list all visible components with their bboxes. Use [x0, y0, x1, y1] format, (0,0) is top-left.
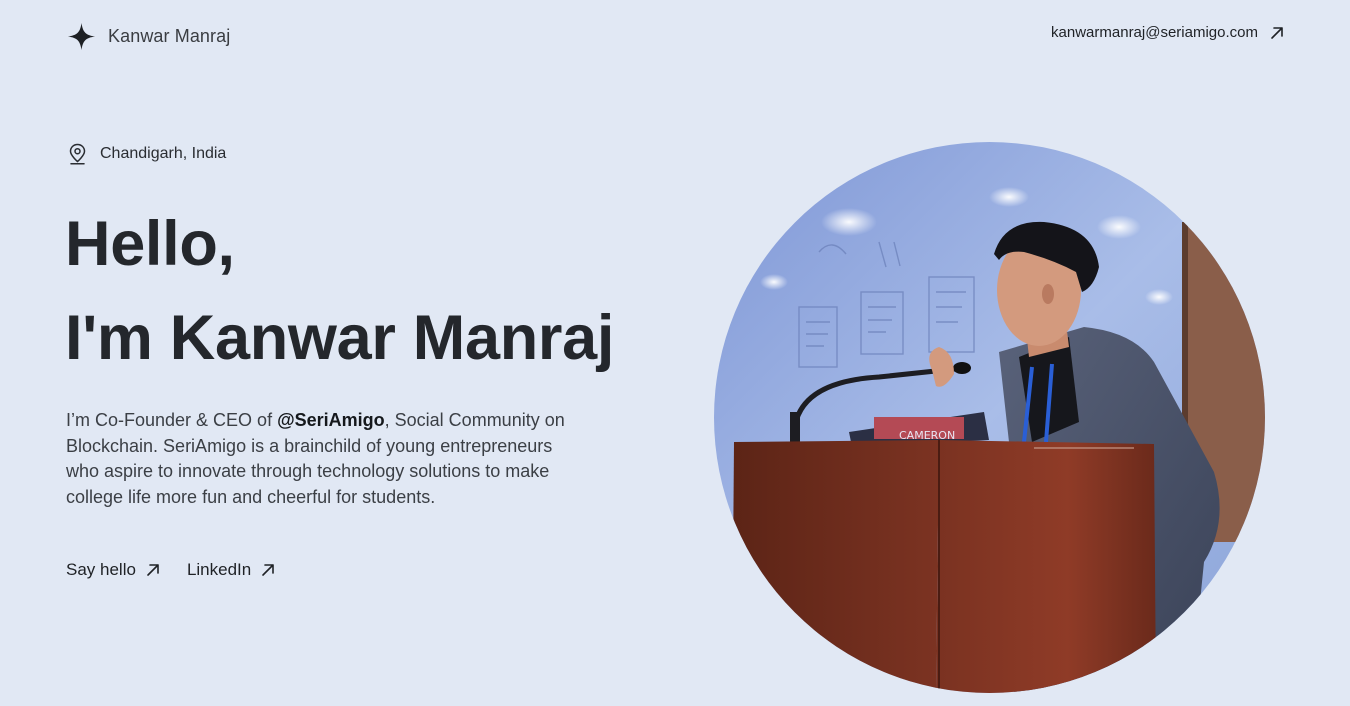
seriamigo-link[interactable]: @SeriAmigo	[277, 410, 385, 430]
speaker-at-podium-photo: CAMERON	[714, 142, 1265, 693]
hero-greeting-line-1: Hello,	[65, 209, 235, 279]
arrow-up-right-icon	[1270, 26, 1284, 40]
map-pin-icon	[68, 143, 87, 165]
intro-prefix: I’m Co-Founder & CEO of	[66, 410, 278, 430]
brand-name: Kanwar Manraj	[108, 26, 231, 46]
email-address: kanwarmanraj@seriamigo.com	[1051, 24, 1258, 41]
hero-greeting-line-2: I'm Kanwar Manraj	[65, 303, 615, 373]
hero-heading: Hello, I'm Kanwar Manraj	[65, 197, 614, 385]
four-point-star-icon	[67, 22, 96, 51]
email-link[interactable]: kanwarmanraj@seriamigo.com	[1051, 24, 1284, 41]
location: Chandigarh, India	[68, 143, 226, 165]
location-text: Chandigarh, India	[100, 145, 227, 162]
say-hello-label: Say hello	[66, 560, 136, 579]
linkedin-link[interactable]: LinkedIn	[187, 560, 275, 580]
cta-group: Say hello LinkedIn	[66, 560, 275, 580]
intro-paragraph: I’m Co-Founder & CEO of @SeriAmigo, Soci…	[66, 408, 571, 510]
arrow-up-right-icon	[261, 563, 275, 577]
linkedin-label: LinkedIn	[186, 560, 252, 579]
portrait-photo: CAMERON	[714, 142, 1265, 693]
podium-label: CAMERON	[899, 429, 955, 442]
arrow-up-right-icon	[146, 563, 160, 577]
say-hello-link[interactable]: Say hello	[66, 560, 160, 580]
brand-logo-link[interactable]: Kanwar Manraj	[67, 22, 230, 51]
